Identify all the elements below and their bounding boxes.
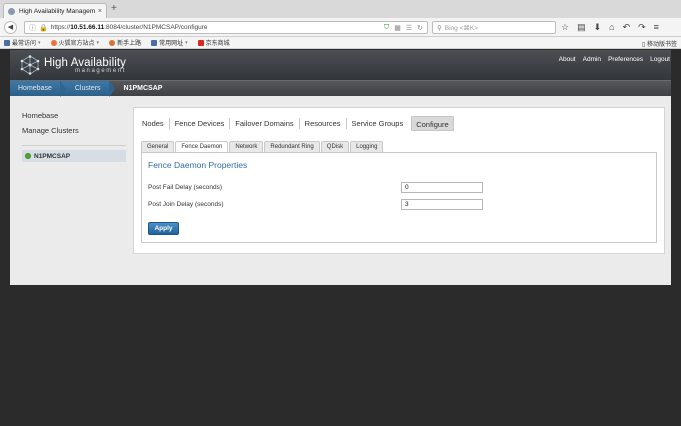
url-host: 10.51.66.11 — [70, 24, 105, 31]
back-arrow-icon: ◀ — [7, 24, 14, 31]
bookmark-common-sites[interactable]: 常用网址 ▾ — [151, 38, 188, 47]
folder-icon — [4, 39, 10, 46]
bookmark-getting-started[interactable]: 新手上路 — [109, 38, 141, 47]
bookmark-jd[interactable]: 京东商城 — [197, 38, 230, 47]
library-icon[interactable]: ▤ — [577, 21, 586, 34]
network-logo-icon — [20, 55, 40, 75]
back-button[interactable]: ◀ — [4, 20, 17, 34]
chevron-down-icon: ▾ — [185, 39, 188, 46]
close-tab-icon[interactable]: × — [98, 8, 102, 15]
home-icon[interactable]: ⌂ — [609, 21, 614, 34]
subtab-redundant-ring[interactable]: Redundant Ring — [264, 141, 320, 152]
breadcrumb-current-cluster: N1PMCSAP — [123, 85, 163, 92]
cluster-name: N1PMCSAP — [34, 152, 71, 160]
undo-icon[interactable]: ↶ — [623, 21, 631, 34]
folder-icon — [151, 39, 158, 46]
tab-nodes[interactable]: Nodes — [140, 118, 170, 129]
sidebar-item-cluster[interactable]: N1PMCSAP — [22, 150, 126, 162]
sidebar-item-homebase[interactable]: Homebase — [22, 111, 126, 120]
subtab-general[interactable]: General — [141, 141, 175, 152]
bookmark-label: 京东商城 — [205, 41, 230, 47]
tab-service-groups[interactable]: Service Groups — [347, 118, 409, 129]
mobile-bookmarks-label: 移动版书签 — [646, 42, 677, 48]
search-input[interactable]: ⚲ Bing <⌘K> — [432, 21, 556, 34]
breadcrumb: Homebase Clusters N1PMCSAP — [10, 80, 671, 97]
shield-icon[interactable]: ⛉ — [384, 24, 389, 32]
post-join-delay-input[interactable] — [401, 199, 483, 210]
bookmarks-bar: 最常访问 ▾ 火狐官方站点 ▾ 新手上路 常用网址 ▾ 京东商城 ▯ 移动版书签 — [0, 37, 681, 49]
chevron-down-icon: ▾ — [96, 39, 100, 46]
fence-daemon-panel: Fence Daemon Properties Post Fail Delay … — [141, 152, 657, 243]
admin-link[interactable]: Admin — [583, 56, 601, 63]
new-tab-icon[interactable]: + — [111, 4, 117, 14]
app-title: High Availability — [44, 56, 127, 69]
url-text[interactable]: https://10.51.66.11:8084/cluster/N1PMCSA… — [51, 24, 384, 31]
bookmark-most-visited[interactable]: 最常访问 ▾ — [4, 38, 41, 47]
address-bar[interactable]: ⓘ 🔒 https://10.51.66.11:8084/cluster/N1P… — [24, 21, 428, 34]
chevron-down-icon: ▾ — [38, 39, 41, 46]
bookmark-label: 新手上路 — [117, 41, 142, 47]
post-fail-delay-label: Post Fail Delay (seconds) — [148, 184, 223, 191]
url-path: :8084/cluster/N1PMCSAP/configure — [104, 24, 208, 31]
app-logo[interactable]: High Availability management — [20, 55, 126, 75]
panel-title: Fence Daemon Properties — [148, 160, 248, 170]
status-ok-icon — [25, 153, 31, 159]
post-join-delay-label: Post Join Delay (seconds) — [148, 201, 224, 208]
content-card: Nodes Fence Devices Failover Domains Res… — [133, 107, 665, 254]
lock-icon[interactable]: 🔒 — [39, 24, 48, 32]
page-body: Homebase Manage Clusters N1PMCSAP Nodes … — [10, 96, 671, 285]
main-tabs: Nodes Fence Devices Failover Domains Res… — [140, 116, 454, 131]
mobile-bookmarks[interactable]: ▯ 移动版书签 — [642, 39, 677, 48]
breadcrumb-clusters[interactable]: Clusters — [60, 80, 115, 97]
info-icon[interactable]: ⓘ — [29, 23, 36, 33]
bookmark-label: 火狐官方站点 — [58, 41, 95, 47]
bookmark-label: 最常访问 — [12, 41, 37, 47]
firefox-icon — [50, 39, 57, 46]
sidebar: Homebase Manage Clusters N1PMCSAP — [22, 111, 126, 162]
logout-link[interactable]: Logout — [650, 56, 670, 63]
bookmark-label: 常用网址 — [159, 41, 184, 47]
browser-nav-bar: ◀ ⓘ 🔒 https://10.51.66.11:8084/cluster/N… — [0, 18, 681, 37]
bookmark-firefox-site[interactable]: 火狐官方站点 ▾ — [50, 38, 100, 47]
qr-code-icon[interactable]: ▦ — [394, 24, 401, 32]
browser-tab[interactable]: High Availability Managem... × — [3, 3, 107, 18]
search-placeholder: Bing <⌘K> — [444, 24, 479, 32]
apply-button[interactable]: Apply — [148, 222, 179, 235]
site-favicon-icon — [8, 7, 15, 15]
url-scheme: https:// — [50, 24, 71, 31]
tab-failover-domains[interactable]: Failover Domains — [230, 118, 300, 129]
browser-tab-title: High Availability Managem... — [19, 7, 95, 15]
sidebar-item-manage-clusters[interactable]: Manage Clusters — [22, 126, 126, 135]
reload-icon[interactable]: ↻ — [417, 24, 423, 32]
reading-view-icon[interactable]: ☰ — [406, 24, 412, 32]
breadcrumb-homebase[interactable]: Homebase — [10, 80, 66, 97]
browser-tab-bar: High Availability Managem... × + — [0, 0, 681, 18]
sidebar-divider — [22, 145, 126, 146]
redo-icon[interactable]: ↷ — [638, 21, 646, 34]
subtab-logging[interactable]: Logging — [350, 141, 384, 152]
post-fail-delay-input[interactable] — [401, 182, 483, 193]
search-icon: ⚲ — [437, 24, 442, 32]
firefox-icon — [109, 39, 116, 46]
subtab-network[interactable]: Network — [229, 141, 264, 152]
tab-configure[interactable]: Configure — [411, 116, 454, 131]
about-link[interactable]: About — [559, 56, 576, 63]
download-icon[interactable]: ⬇ — [594, 21, 602, 34]
top-links: About Admin Preferences Logout — [559, 56, 671, 63]
bookmark-star-icon[interactable]: ☆ — [561, 21, 569, 34]
tab-resources[interactable]: Resources — [300, 118, 347, 129]
preferences-link[interactable]: Preferences — [608, 56, 643, 63]
app-header: High Availability management About Admin… — [10, 50, 671, 80]
subtab-qdisk[interactable]: QDisk — [320, 141, 350, 152]
menu-icon[interactable]: ≡ — [654, 21, 659, 34]
tab-fence-devices[interactable]: Fence Devices — [170, 118, 231, 129]
jd-icon — [197, 39, 204, 46]
